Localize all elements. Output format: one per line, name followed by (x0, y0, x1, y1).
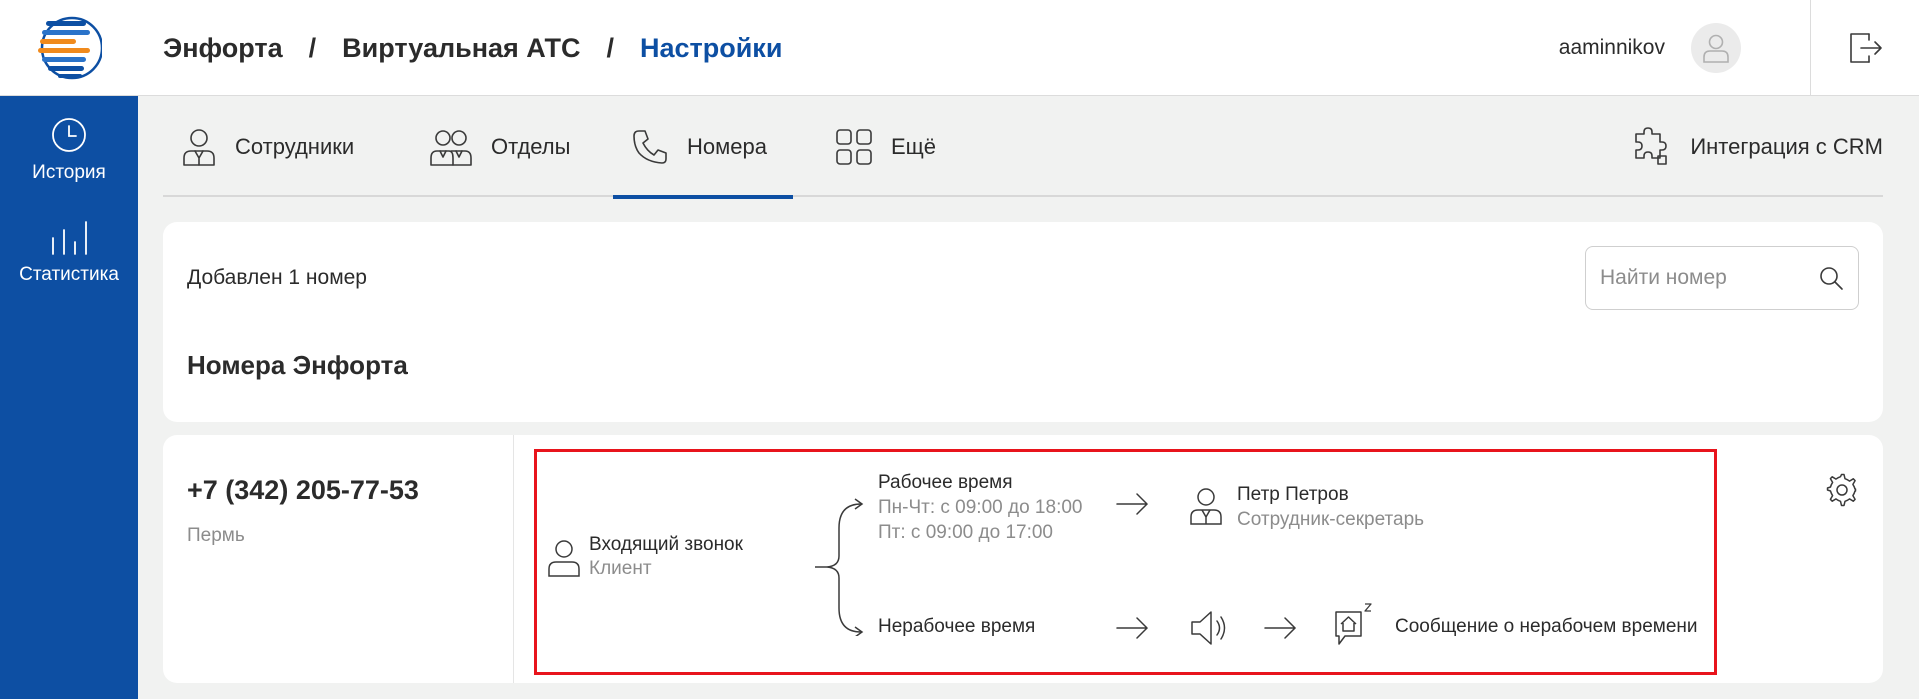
avatar[interactable] (1691, 23, 1741, 73)
puzzle-icon (1635, 127, 1668, 165)
arrow-right-icon (1116, 617, 1149, 639)
client-icon (548, 540, 580, 577)
search-box (1585, 246, 1859, 310)
settings-tabs: Сотрудники Отделы Номера Ещё Интеграция … (163, 97, 1883, 199)
search-number-input[interactable] (1600, 266, 1810, 290)
sidebar-item-history[interactable]: История (0, 116, 138, 184)
incoming-call-subtitle: Клиент (589, 558, 652, 579)
breadcrumb-separator: / (606, 32, 614, 63)
employee-name: Петр Петров (1237, 484, 1349, 505)
secretary-icon (1190, 488, 1222, 525)
tab-label: Отделы (491, 134, 571, 159)
gear-icon (1826, 473, 1857, 507)
sidebar-item-statistics[interactable]: Статистика (0, 220, 138, 286)
numbers-count-text: Добавлен 1 номер (187, 266, 367, 289)
grid-icon (836, 129, 872, 165)
tab-more[interactable]: Ещё (817, 97, 954, 197)
breadcrumb-item-enforta[interactable]: Энфорта (163, 33, 283, 64)
employee-icon (183, 129, 215, 166)
breadcrumb: Энфорта / Виртуальная АТС / Настройки (163, 28, 782, 68)
tab-label: Ещё (891, 134, 937, 159)
username: aaminnikov (1558, 36, 1665, 59)
breadcrumb-current: Настройки (639, 32, 783, 63)
arrow-right-icon (1264, 617, 1297, 639)
tab-numbers[interactable]: Номера (613, 97, 793, 199)
enforta-logo[interactable] (0, 0, 138, 96)
top-bar: Энфорта / Виртуальная АТС / Настройки aa… (0, 0, 1919, 96)
logout-icon (1850, 33, 1882, 63)
crm-integration-link[interactable]: Интеграция с CRM (1612, 97, 1883, 197)
tab-departments[interactable]: Отделы (411, 97, 588, 197)
work-time-schedule-2: Пт: с 09:00 до 17:00 (878, 522, 1053, 543)
tab-label: Интеграция с CRM (1690, 134, 1883, 159)
departments-icon (430, 130, 472, 166)
work-time-title: Рабочее время (878, 472, 1013, 493)
number-card: +7 (342) 205-77-53 Пермь Входящий звонок… (163, 435, 1883, 683)
arrow-right-icon (1116, 493, 1149, 515)
logo-icon (38, 16, 102, 80)
user-menu[interactable]: aaminnikov (1559, 0, 1781, 96)
tab-employees[interactable]: Сотрудники (163, 97, 372, 197)
breadcrumb-separator: / (308, 32, 317, 63)
user-avatar-icon (1703, 34, 1729, 63)
logout-button[interactable] (1810, 0, 1919, 96)
phone-city: Пермь (187, 525, 245, 546)
call-flow-diagram[interactable]: Входящий звонок Клиент Рабочее время Пн-… (534, 449, 1717, 675)
numbers-panel: Добавлен 1 номер Номера Энфорта (163, 222, 1883, 422)
tab-label: Сотрудники (235, 134, 355, 159)
non-work-time-title: Нерабочее время (878, 616, 1036, 637)
non-work-message-icon (1335, 603, 1372, 645)
tab-label: Номера (687, 134, 767, 159)
phone-number: +7 (342) 205-77-53 (187, 475, 419, 505)
employee-role: Сотрудник-секретарь (1237, 509, 1425, 530)
search-icon[interactable] (1818, 265, 1844, 291)
incoming-call-title: Входящий звонок (589, 534, 743, 555)
branch-brace-icon (815, 498, 864, 636)
card-divider (513, 435, 514, 683)
bar-chart-icon (52, 221, 87, 255)
non-work-message-title: Сообщение о нерабочем времени (1395, 616, 1698, 637)
work-time-schedule-1: Пн-Чт: с 09:00 до 18:00 (878, 497, 1083, 518)
phone-icon (633, 130, 667, 164)
sidebar-item-label: Статистика (19, 264, 119, 285)
sidebar-item-label: История (32, 162, 106, 183)
clock-icon (52, 118, 86, 152)
speaker-icon (1191, 611, 1226, 645)
sidebar: История Статистика (0, 96, 138, 699)
number-settings-button[interactable] (1825, 473, 1859, 507)
breadcrumb-item-vats[interactable]: Виртуальная АТС (342, 33, 580, 64)
section-title: Номера Энфорта (187, 350, 408, 380)
